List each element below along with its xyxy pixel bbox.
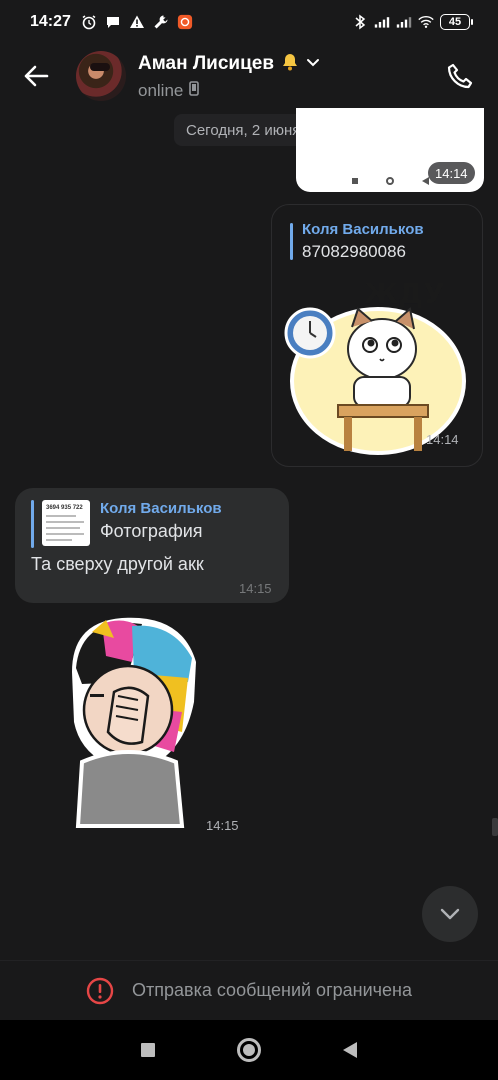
sticker-text: ЖДУ — [364, 277, 445, 310]
phone-icon — [447, 63, 473, 89]
reply-text: Фотография — [100, 521, 203, 541]
thumb-number: 3694 935 722 — [46, 505, 83, 511]
battery-indicator: 45 — [440, 14, 473, 30]
reply-thumbnail: 3694 935 722 — [42, 500, 90, 546]
status-row: online — [138, 81, 320, 101]
call-button[interactable] — [440, 56, 480, 96]
message-time: 14:15 — [239, 581, 272, 596]
chevron-down-icon[interactable] — [306, 55, 320, 73]
wifi-icon — [418, 14, 434, 30]
warning-icon — [129, 14, 145, 30]
reply-author: Коля Васильков — [302, 221, 424, 238]
scroll-to-bottom-button[interactable] — [422, 886, 478, 942]
back-arrow-icon — [24, 65, 49, 87]
mobile-device-icon — [189, 80, 200, 101]
incoming-text-message[interactable]: 3694 935 722 Коля Васильков Фотография Т… — [15, 488, 289, 603]
date-divider: Сегодня, 2 июня — [174, 114, 313, 146]
chat-header: Аман Лисицев online — [0, 44, 498, 108]
notification-icons — [81, 14, 193, 30]
reply-body: Коля Васильков Фотография — [100, 500, 222, 542]
reply-author: Коля Васильков — [100, 500, 222, 517]
chat-screen: 14:27 45 Аман Лисицев online Сегодня, 2 … — [0, 0, 498, 1080]
messaging-restricted-bar: Отправка сообщений ограничена — [0, 960, 498, 1020]
message-time: 14:15 — [206, 818, 239, 833]
reply-quote[interactable]: 3694 935 722 Коля Васильков Фотография — [31, 500, 222, 548]
app-notification-icon — [177, 14, 193, 30]
status-bar: 14:27 45 — [0, 0, 498, 44]
message-text: Та сверху другой акк — [31, 554, 204, 574]
alert-circle-icon — [86, 977, 114, 1004]
contact-name: Аман Лисицев — [138, 53, 275, 74]
back-button[interactable] — [16, 56, 56, 96]
outgoing-sticker-message[interactable]: Коля Васильков 87082980086 ЖДУ 14:14 — [271, 204, 483, 467]
message-time: 14:14 — [428, 162, 475, 184]
message-time: 14:14 — [426, 432, 459, 447]
signal-2-icon — [396, 14, 412, 30]
back-nav-button[interactable] — [343, 1042, 357, 1058]
status-time: 14:27 — [30, 13, 71, 30]
chevron-down-icon — [440, 908, 460, 920]
reply-text: 87082980086 — [302, 242, 407, 261]
reply-quote[interactable]: Коля Васильков 87082980086 — [290, 221, 424, 262]
signal-icon — [374, 14, 390, 30]
bluetooth-icon — [352, 14, 368, 30]
recents-button[interactable] — [141, 1043, 155, 1057]
system-icons: 45 — [352, 14, 473, 30]
alarm-icon — [81, 14, 97, 30]
contact-status: online — [138, 80, 184, 100]
chat-icon — [105, 14, 121, 30]
reply-bar — [31, 500, 34, 548]
restricted-text: Отправка сообщений ограничена — [132, 980, 412, 1000]
cat-waiting-sticker: ЖДУ — [284, 277, 466, 455]
scroll-indicator[interactable] — [492, 818, 498, 836]
bell-icon — [280, 52, 300, 77]
avatar[interactable] — [76, 51, 126, 101]
system-navigation-bar — [0, 1020, 498, 1080]
name-row: Аман Лисицев — [138, 52, 320, 77]
facepalm-sticker[interactable] — [62, 612, 202, 830]
home-button[interactable] — [237, 1038, 261, 1062]
contact-info[interactable]: Аман Лисицев online — [138, 52, 320, 101]
wrench-icon — [153, 14, 169, 30]
